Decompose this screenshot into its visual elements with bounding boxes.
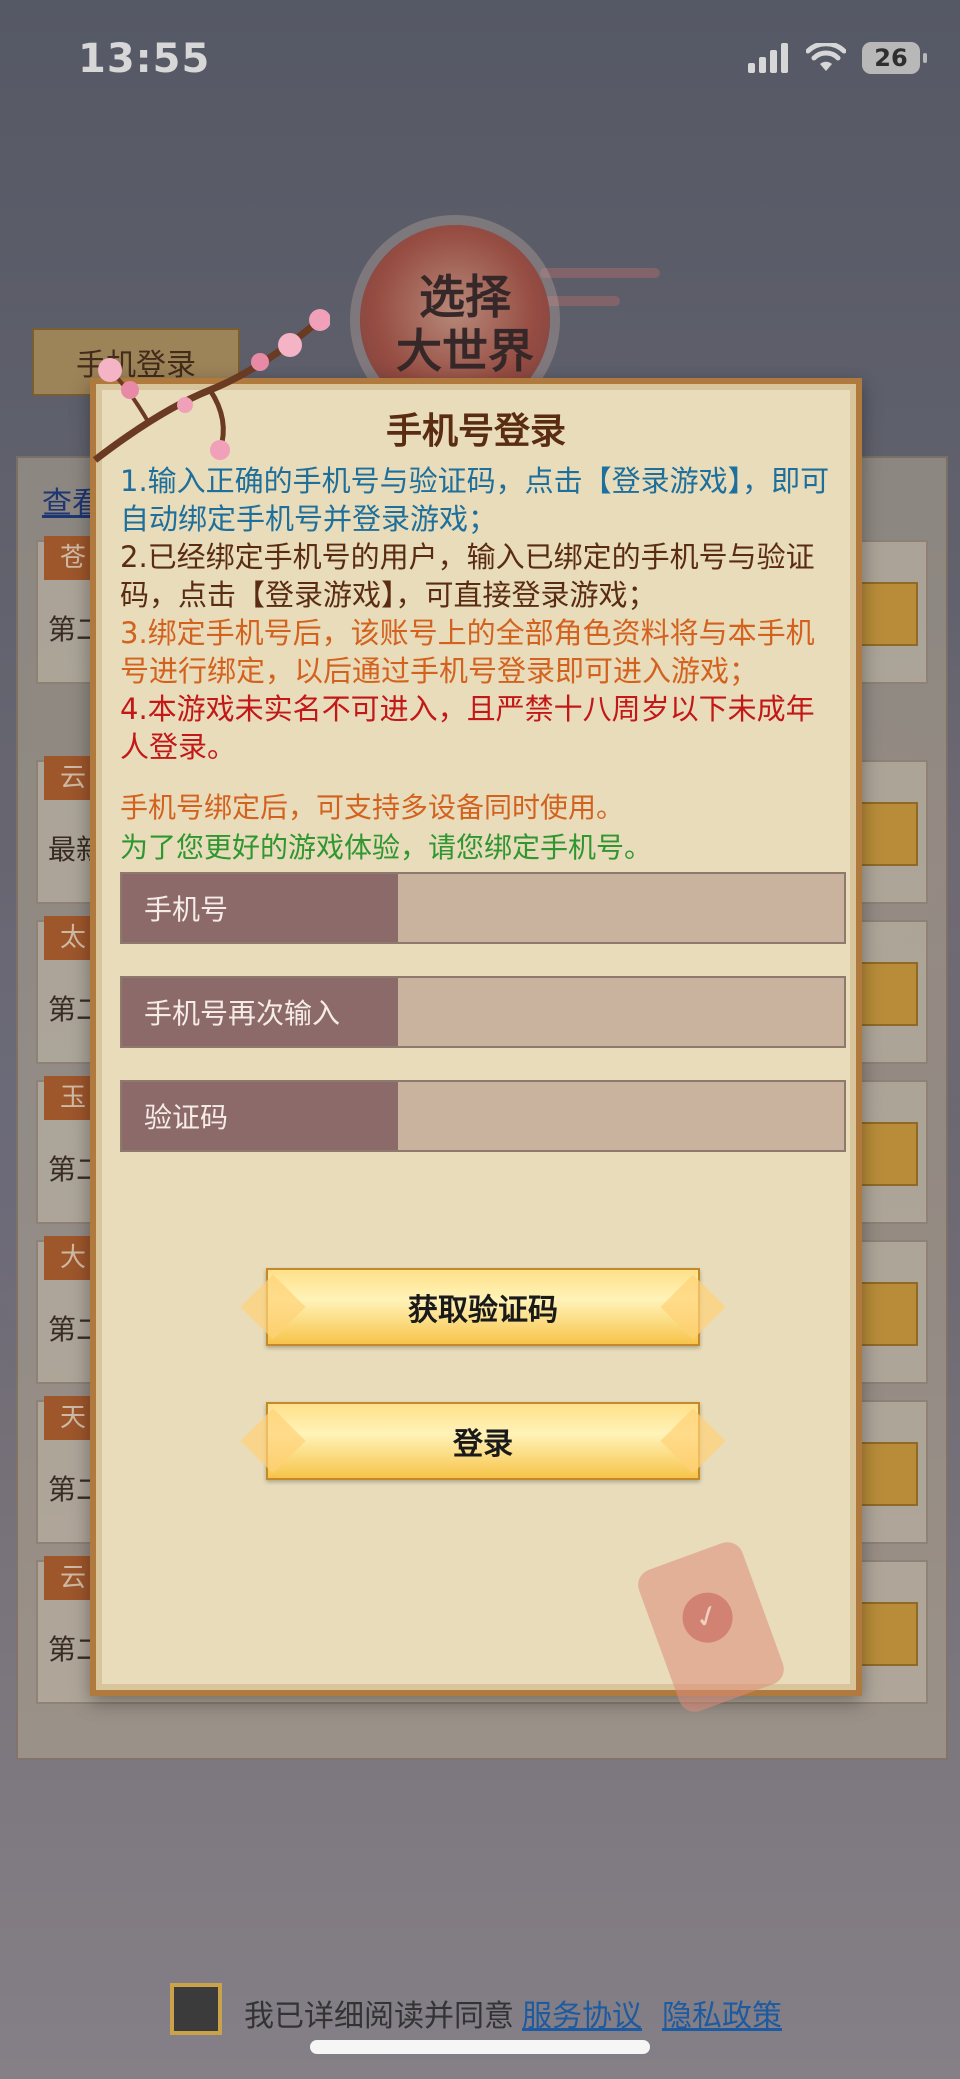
phone-again-field: 手机号再次输入 bbox=[120, 976, 846, 1048]
agreement-checkbox[interactable] bbox=[170, 1983, 222, 2035]
code-field-label: 验证码 bbox=[122, 1082, 398, 1150]
home-indicator bbox=[310, 2040, 650, 2054]
get-code-button[interactable]: 获取验证码 bbox=[266, 1268, 700, 1346]
login-button[interactable]: 登录 bbox=[266, 1402, 700, 1480]
service-agreement-link[interactable]: 服务协议 bbox=[522, 1991, 642, 2035]
plum-blossom-branch bbox=[92, 309, 330, 463]
phone-again-input[interactable] bbox=[398, 978, 844, 1046]
bind-reminder-note: 为了您更好的游戏体验，请您绑定手机号。 bbox=[120, 831, 653, 864]
privacy-policy-link[interactable]: 隐私政策 bbox=[662, 1991, 782, 2035]
agreement-text: 我已详细阅读并同意 bbox=[244, 1999, 514, 2034]
login-rules: 1.输入正确的手机号与验证码，点击【登录游戏】，即可自动绑定手机号并登录游戏； … bbox=[120, 462, 840, 766]
phone-input[interactable] bbox=[398, 874, 844, 942]
code-input[interactable] bbox=[398, 1082, 844, 1150]
rule-3: 3.绑定手机号后，该账号上的全部角色资料将与本手机号进行绑定，以后通过手机号登录… bbox=[120, 616, 815, 688]
code-field: 验证码 bbox=[120, 1080, 846, 1152]
phone-login-dialog: 手机号登录 1.输入正确的手机号与验证码，点击【登录游戏】，即可自动绑定手机号并… bbox=[90, 378, 862, 1717]
phone-again-field-label: 手机号再次输入 bbox=[122, 978, 398, 1046]
multi-device-note: 手机号绑定后，可支持多设备同时使用。 bbox=[120, 791, 625, 824]
rule-4: 4.本游戏未实名不可进入，且严禁十八周岁以下未成年人登录。 bbox=[120, 692, 815, 764]
rule-2: 2.已经绑定手机号的用户，输入已绑定的手机号与验证码，点击【登录游戏】，可直接登… bbox=[120, 540, 815, 612]
rule-1: 1.输入正确的手机号与验证码，点击【登录游戏】，即可自动绑定手机号并登录游戏； bbox=[120, 464, 830, 536]
agreement-bar: 我已详细阅读并同意 服务协议 隐私政策 bbox=[0, 1983, 960, 2043]
phone-illustration bbox=[633, 1537, 789, 1717]
phone-field-label: 手机号 bbox=[122, 874, 398, 942]
phone-field: 手机号 bbox=[120, 872, 846, 944]
